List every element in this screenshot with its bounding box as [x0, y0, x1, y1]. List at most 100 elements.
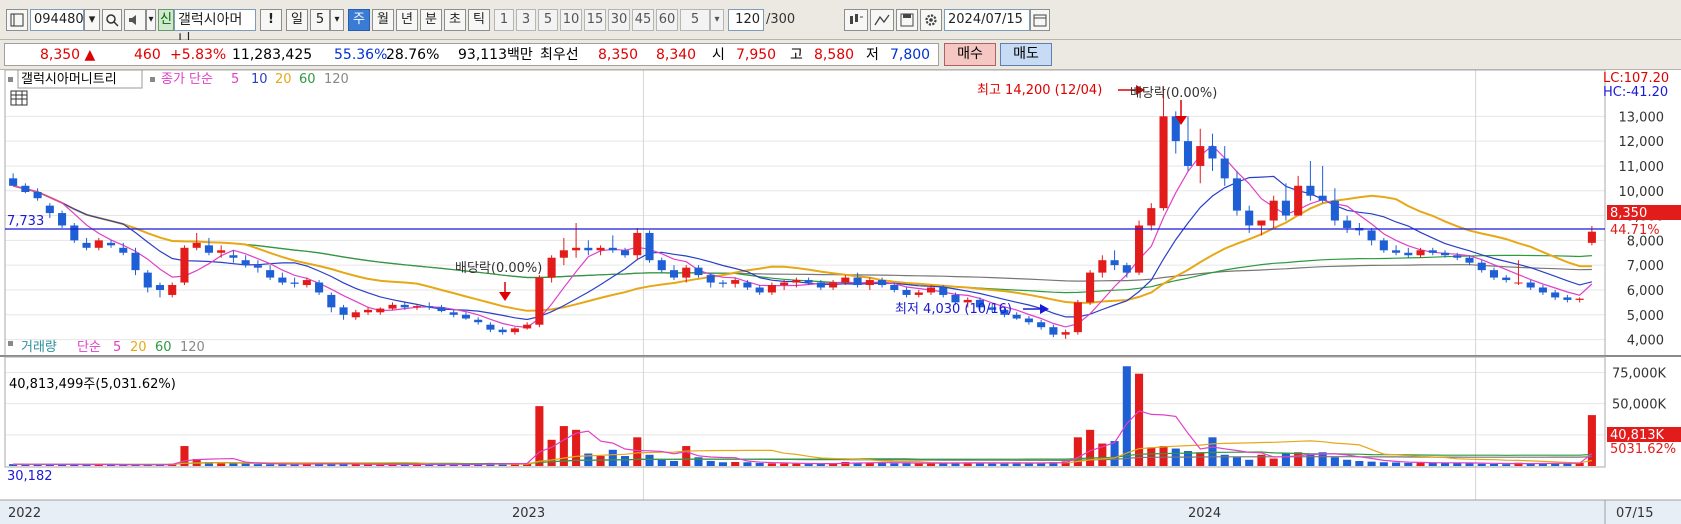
legend-stock-name: 갤럭시아머니트리 — [21, 72, 117, 87]
drawing-icon[interactable] — [870, 9, 894, 31]
candle-body — [45, 205, 54, 214]
candle-body — [278, 277, 287, 283]
volume-bar — [878, 463, 887, 466]
candle-body — [1024, 318, 1033, 323]
candle-body — [94, 240, 103, 248]
candle-body — [780, 282, 789, 286]
day-count-input[interactable]: 5 — [310, 9, 330, 31]
period-second-button[interactable]: 초 — [444, 9, 466, 31]
candle-body — [1551, 292, 1560, 298]
candle-body — [1037, 322, 1046, 328]
date-input[interactable]: 2024/07/15 — [944, 9, 1030, 31]
candle-body — [657, 260, 666, 271]
grid-toggle-icon[interactable] — [10, 90, 28, 106]
volume-bar — [1489, 464, 1499, 466]
bar-count-input[interactable]: 120 — [728, 9, 764, 31]
candle-body — [804, 280, 813, 283]
time-axis-bar — [0, 500, 1681, 524]
price-moving-averages — [12, 144, 1593, 329]
last-volume-readout: 40,813,499주(5,031.62%) — [9, 377, 176, 392]
candle-body — [706, 275, 715, 283]
price-ma5-line — [12, 144, 1593, 329]
volume-bar — [645, 454, 654, 466]
candle-body — [1183, 141, 1193, 166]
price-ma20-line — [12, 184, 1592, 312]
period-minute-button[interactable]: 분 — [420, 9, 442, 31]
ratio-2: 28.76% — [386, 47, 440, 63]
year-label-2024: 2024 — [1188, 506, 1221, 521]
chart-menu-icon[interactable] — [6, 9, 28, 31]
period-week-button[interactable]: 주 — [348, 9, 370, 31]
interval-value-input[interactable]: 5 — [680, 9, 710, 31]
save-icon[interactable] — [896, 9, 918, 31]
volume-bar — [1122, 366, 1131, 466]
volume-bars — [9, 366, 1596, 466]
search-icon[interactable] — [102, 9, 122, 31]
candle-body — [878, 280, 887, 286]
candle-body — [143, 272, 152, 288]
stock-name-field[interactable]: 갤럭시아머니 — [174, 9, 256, 48]
volume-bar — [229, 463, 238, 466]
volume-bar — [1477, 463, 1486, 466]
candle-body — [865, 280, 874, 286]
interval-1-button[interactable]: 1 — [494, 9, 514, 31]
alert-button[interactable]: ! — [260, 9, 282, 31]
volume-moving-averages — [13, 410, 1593, 466]
volume-bar — [278, 464, 287, 466]
candle-body — [1330, 200, 1339, 221]
current-price-tag-text: 8,350 — [1610, 206, 1647, 221]
stock-code-dropdown-icon[interactable]: ▾ — [84, 9, 100, 31]
candle-body — [902, 289, 911, 295]
price-tick-label: 6,000 — [1627, 284, 1664, 299]
candle-body — [584, 247, 593, 251]
candle-body — [21, 185, 30, 192]
speaker-dropdown-icon[interactable]: ▾ — [146, 9, 156, 31]
period-year-button[interactable]: 년 — [396, 9, 418, 31]
best-bid: 8,340 — [656, 47, 697, 63]
candle-body — [192, 242, 201, 248]
candle-body — [1147, 208, 1156, 226]
interval-10-button[interactable]: 10 — [560, 9, 582, 31]
legend-ma-marker-icon — [150, 77, 155, 82]
speaker-icon[interactable] — [124, 9, 146, 31]
stock-chart[interactable]: 4,0005,0006,0007,0008,0009,00010,00011,0… — [0, 70, 1681, 524]
volume-legend-ma20: 20 — [130, 340, 147, 355]
candle-body — [106, 242, 116, 246]
price-tick-label: 12,000 — [1619, 135, 1665, 150]
volume-tick-label: 50,000K — [1612, 398, 1666, 413]
candle-body — [535, 277, 544, 325]
period-tick-button[interactable]: 틱 — [468, 9, 490, 31]
buy-button[interactable]: 매수 — [944, 43, 996, 66]
low-annotation: 최저 4,030 (10/16) — [895, 302, 1012, 317]
current-pct-tag: 44.71% — [1610, 223, 1660, 238]
calendar-icon[interactable] — [1030, 9, 1050, 31]
stock-code-input[interactable]: 094480 — [30, 9, 84, 31]
volume-bar — [755, 463, 764, 466]
interval-45-button[interactable]: 45 — [632, 9, 654, 31]
candle-body — [841, 277, 850, 283]
interval-15-button[interactable]: 15 — [584, 9, 606, 31]
day-count-dropdown-icon[interactable]: ▾ — [330, 9, 344, 31]
interval-5-button[interactable]: 5 — [538, 9, 558, 31]
interval-60-button[interactable]: 60 — [656, 9, 678, 31]
interval-30-button[interactable]: 30 — [608, 9, 630, 31]
candle-body — [388, 304, 397, 309]
sell-button[interactable]: 매도 — [1000, 43, 1052, 66]
compare-icon[interactable] — [844, 9, 868, 31]
lc-label: LC:107.20 — [1603, 71, 1669, 86]
interval-3-button[interactable]: 3 — [516, 9, 536, 31]
candle-body — [939, 287, 948, 295]
volume-bar — [1343, 459, 1352, 466]
volume-bar — [1416, 462, 1425, 466]
volume-bar — [596, 456, 605, 466]
period-day-button[interactable]: 일 — [286, 9, 308, 31]
candle-body — [1012, 314, 1021, 319]
gear-icon[interactable] — [920, 9, 942, 31]
interval-dropdown-icon[interactable]: ▾ — [710, 9, 724, 31]
period-month-button[interactable]: 월 — [372, 9, 394, 31]
volume-bar — [841, 462, 850, 466]
candle-body — [1208, 146, 1217, 159]
candle-body — [559, 250, 568, 258]
candle-body — [1257, 220, 1266, 226]
candle-body — [1526, 282, 1535, 288]
